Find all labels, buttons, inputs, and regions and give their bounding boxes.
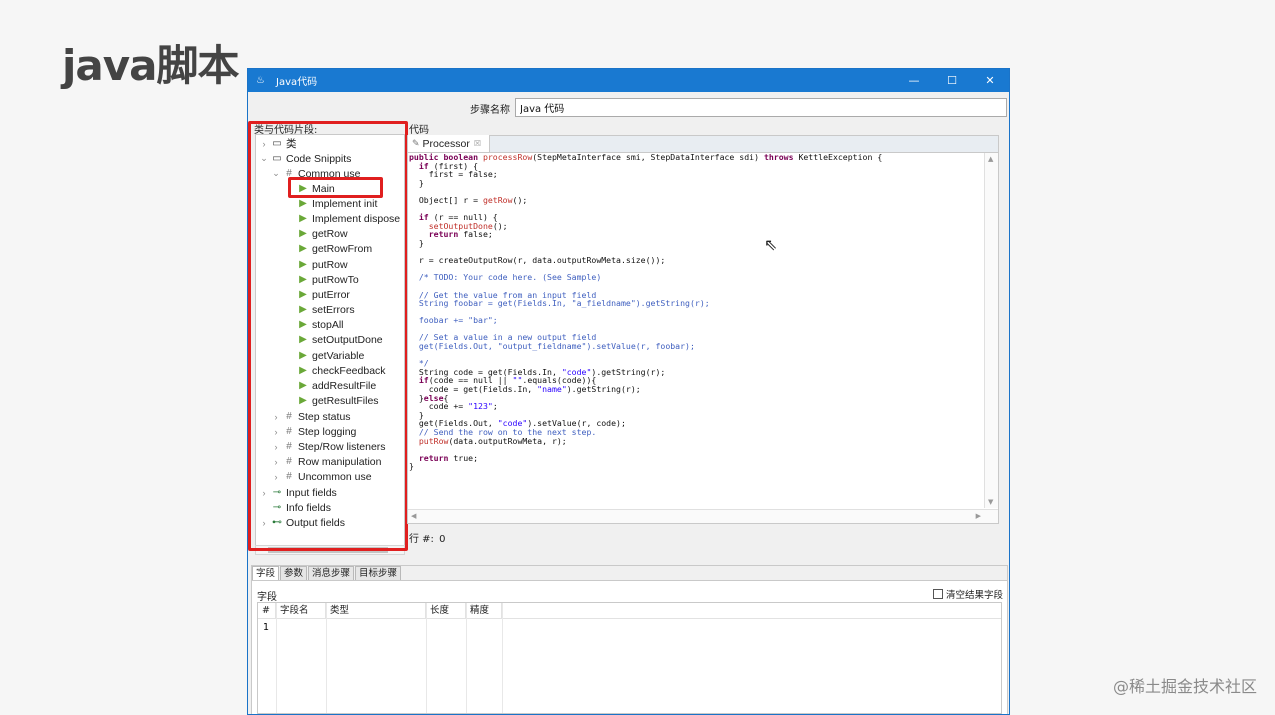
pencil-icon: ✎ bbox=[412, 138, 420, 148]
maximize-button[interactable]: ☐ bbox=[933, 69, 971, 92]
mouse-cursor-icon: ⇖ bbox=[764, 235, 778, 254]
step-name-row: 步骤名称 bbox=[248, 98, 1009, 118]
column-header-length[interactable]: 长度 bbox=[426, 603, 466, 618]
tab-processor[interactable]: ✎ Processor ☒ bbox=[408, 135, 490, 152]
code-text-area[interactable]: public boolean processRow(StepMetaInterf… bbox=[408, 153, 984, 508]
step-name-label: 步骤名称 bbox=[470, 105, 510, 116]
column-divider bbox=[276, 603, 277, 713]
scroll-up-icon[interactable]: ▲ bbox=[988, 155, 993, 163]
code-label: 代码 bbox=[409, 125, 429, 136]
scroll-down-icon[interactable]: ▼ bbox=[988, 498, 993, 506]
line-counter-value: 0 bbox=[439, 534, 446, 545]
fields-label: 字段 bbox=[257, 592, 277, 603]
line-counter: 行 #: 0 bbox=[407, 530, 446, 545]
java-icon: ♨ bbox=[256, 75, 265, 86]
bottom-panel: 字段 参数 消息步骤 目标步骤 字段 清空结果字段 # 字段名 类型 长度 精度 bbox=[251, 565, 1008, 714]
fields-table[interactable]: # 字段名 类型 长度 精度 1 bbox=[257, 602, 1002, 714]
row-number: 1 bbox=[263, 622, 270, 633]
column-divider bbox=[426, 603, 427, 713]
column-header-field-name[interactable]: 字段名 bbox=[276, 603, 326, 618]
column-divider bbox=[326, 603, 327, 713]
tab-fields[interactable]: 字段 bbox=[252, 566, 280, 580]
tab-parameters[interactable]: 参数 bbox=[280, 566, 308, 580]
column-header-index[interactable]: # bbox=[258, 603, 276, 618]
scroll-right-icon[interactable]: ▶ bbox=[976, 512, 981, 520]
tab-target-steps[interactable]: 目标步骤 bbox=[355, 566, 402, 580]
column-divider bbox=[502, 603, 503, 713]
table-header: # 字段名 类型 长度 精度 bbox=[258, 603, 1001, 619]
checkbox-label: 清空结果字段 bbox=[945, 590, 1003, 601]
table-row[interactable]: 1 bbox=[258, 621, 1001, 637]
code-editor[interactable]: ✎ Processor ☒ public boolean processRow(… bbox=[407, 135, 999, 524]
java-code-dialog: ♨ Java代码 — ☐ ✕ 步骤名称 类与代码片段: 代码 › ▭ 类 ⌄ ▭… bbox=[247, 68, 1010, 715]
step-name-input[interactable] bbox=[515, 98, 1007, 117]
minimize-button[interactable]: — bbox=[895, 69, 933, 92]
bottom-tabs: 字段 参数 消息步骤 目标步骤 bbox=[252, 566, 1007, 580]
scroll-left-icon[interactable]: ◀ bbox=[411, 512, 416, 520]
tab-label: Processor bbox=[422, 137, 470, 150]
fields-panel: 字段 清空结果字段 # 字段名 类型 长度 精度 1 bbox=[252, 580, 1007, 714]
column-divider bbox=[466, 603, 467, 713]
slide-title: java脚本 bbox=[62, 41, 239, 90]
clear-result-fields-checkbox[interactable]: 清空结果字段 bbox=[932, 587, 1003, 601]
highlight-annotation bbox=[288, 177, 383, 198]
column-header-precision[interactable]: 精度 bbox=[466, 603, 502, 618]
window-title: Java代码 bbox=[276, 77, 318, 88]
editor-tab-strip bbox=[408, 136, 998, 153]
line-counter-label: 行 #: bbox=[409, 534, 434, 545]
title-bar[interactable]: ♨ Java代码 — ☐ ✕ bbox=[248, 69, 1009, 92]
editor-vertical-scrollbar[interactable]: ▲ ▼ bbox=[984, 153, 998, 508]
editor-horizontal-scrollbar[interactable]: ◀ ▶ bbox=[408, 509, 998, 523]
tab-info-steps[interactable]: 消息步骤 bbox=[308, 566, 355, 580]
checkbox-box[interactable] bbox=[932, 589, 943, 599]
close-button[interactable]: ✕ bbox=[971, 69, 1009, 92]
close-icon[interactable]: ☒ bbox=[474, 139, 481, 148]
column-header-type[interactable]: 类型 bbox=[326, 603, 426, 618]
watermark: @稀土掘金技术社区 bbox=[1112, 677, 1257, 696]
